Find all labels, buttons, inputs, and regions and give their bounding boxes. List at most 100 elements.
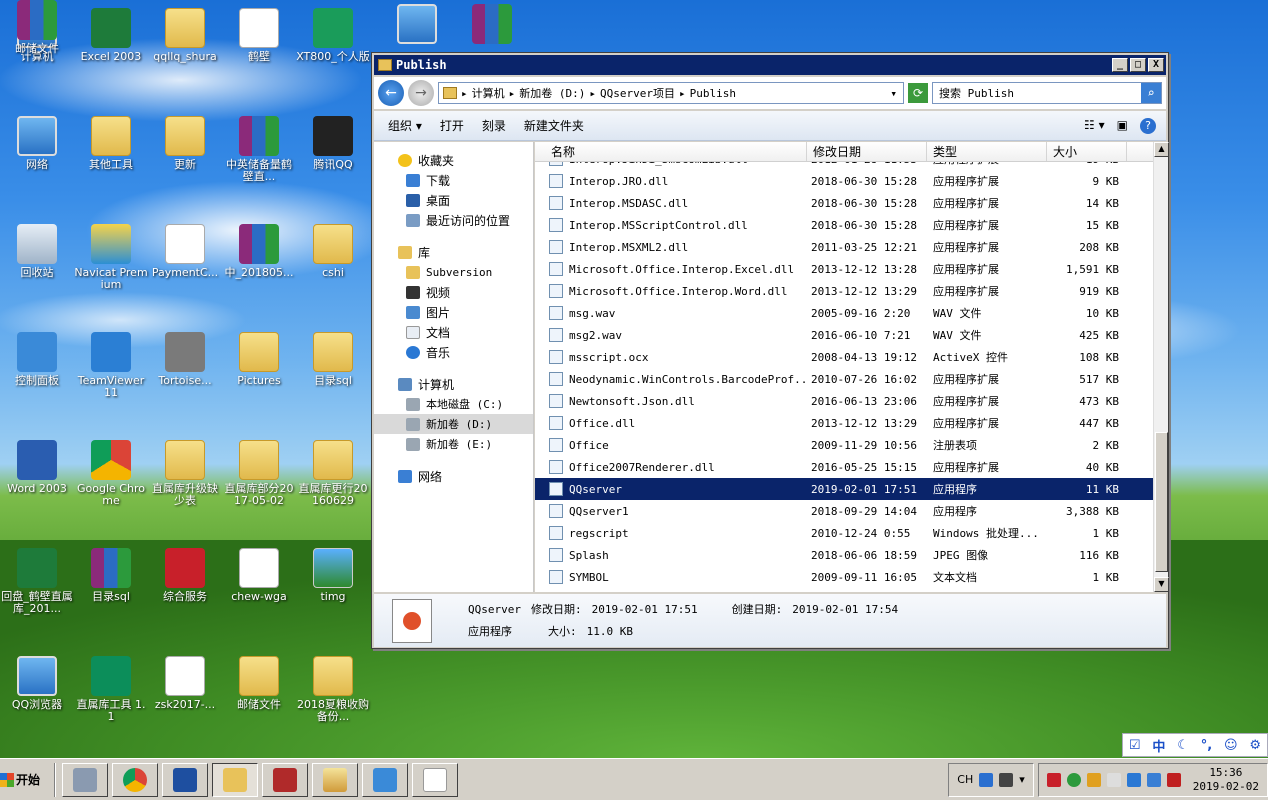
teamviewer-icon[interactable] — [1126, 772, 1141, 787]
ime-settings-icon[interactable]: ☑ — [1129, 738, 1141, 753]
breadcrumb-computer[interactable]: 计算机 — [472, 85, 505, 101]
new-folder-button[interactable]: 新建文件夹 — [524, 117, 584, 134]
vertical-scrollbar[interactable]: ▲ ▼ — [1153, 142, 1169, 592]
breadcrumb-volume-d[interactable]: 新加卷 (D:) — [519, 85, 585, 101]
nav-subversion[interactable]: Subversion — [374, 262, 533, 282]
desktop-icon[interactable]: 邮储文件 — [0, 0, 74, 55]
desktop-icon[interactable]: 邮储文件 — [222, 656, 296, 711]
file-row[interactable]: regscript 2010-12-24 0:55 Windows 批处理... 1 … — [535, 522, 1153, 544]
column-modified[interactable]: 修改日期 — [807, 142, 927, 161]
file-row[interactable]: Neodynamic.WinControls.BarcodeProf... 201… — [535, 368, 1153, 390]
search-icon[interactable]: ⌕ — [1141, 83, 1161, 103]
minimize-button[interactable]: _ — [1112, 58, 1128, 72]
desktop-icon[interactable]: cshi — [296, 224, 370, 279]
address-dropdown-icon[interactable]: ▾ — [890, 87, 897, 100]
taskbar-server-manager[interactable] — [62, 762, 108, 797]
desktop-icon[interactable]: 直属库更行20160629 — [296, 440, 370, 507]
gear-icon[interactable]: ⚙ — [1249, 738, 1261, 753]
nav-favorites[interactable]: 收藏夹 — [374, 150, 533, 170]
address-bar[interactable]: ▸ 计算机 ▸ 新加卷 (D:) ▸ QQserver项目 ▸ Publish … — [438, 82, 904, 104]
nav-libraries[interactable]: 库 — [374, 242, 533, 262]
desktop-icon[interactable]: 目录sql — [296, 332, 370, 387]
file-row[interactable]: Interop.MSXML2.dll 2011-03-25 12:21 应用程序扩展… — [535, 236, 1153, 258]
file-row[interactable]: QQserver 2019-02-01 17:51 应用程序 11 KB — [535, 478, 1153, 500]
file-row[interactable]: Interop.JRO.dll 2018-06-30 15:28 应用程序扩展 9 K… — [535, 170, 1153, 192]
file-row[interactable]: msscript.ocx 2008-04-13 19:12 ActiveX 控件 10… — [535, 346, 1153, 368]
security-icon[interactable] — [1066, 772, 1081, 787]
desktop-icon[interactable]: 网络 — [0, 116, 74, 171]
desktop-icon[interactable]: PaymentC... — [148, 224, 222, 279]
nav-volume-d[interactable]: 新加卷 (D:) — [374, 414, 533, 434]
desktop-icon[interactable]: chew-wga — [222, 548, 296, 603]
organize-button[interactable]: 组织 ▾ — [388, 117, 422, 134]
ime-mode[interactable]: 中 — [1152, 736, 1165, 755]
tray-expand-icon[interactable]: ▾ — [1019, 773, 1025, 786]
nav-videos[interactable]: 视频 — [374, 282, 533, 302]
taskbar-powershell[interactable] — [162, 762, 208, 797]
desktop-icon[interactable]: 腾讯QQ — [296, 116, 370, 171]
file-row[interactable]: Interop.MSDASC.dll 2018-06-30 15:28 应用程序扩展… — [535, 192, 1153, 214]
column-type[interactable]: 类型 — [927, 142, 1047, 161]
help-icon[interactable]: ? — [1140, 117, 1156, 134]
desktop-icon[interactable]: 2018夏粮收购备份... — [296, 656, 370, 723]
file-row[interactable]: Office.dll 2013-12-12 13:29 应用程序扩展 447 KB — [535, 412, 1153, 434]
open-button[interactable]: 打开 — [440, 117, 464, 134]
column-name[interactable]: 名称 — [535, 142, 807, 161]
desktop-icon[interactable]: 回盘_鹤壁直属库_201... — [0, 548, 74, 615]
keyboard-icon[interactable] — [979, 772, 994, 787]
preview-pane-icon[interactable]: ▣ — [1117, 118, 1128, 134]
file-row[interactable]: Microsoft.Office.Interop.Excel.dll 2013-1… — [535, 258, 1153, 280]
start-button[interactable]: 开始 — [0, 764, 48, 796]
file-row[interactable]: msg.wav 2005-09-16 2:20 WAV 文件 10 KB — [535, 302, 1153, 324]
language-indicator[interactable]: CH — [957, 773, 973, 786]
desktop-icon[interactable]: TeamViewer 11 — [74, 332, 148, 399]
nav-music[interactable]: 音乐 — [374, 342, 533, 362]
desktop-icon[interactable]: XT800_个人版 — [296, 8, 370, 63]
file-row[interactable]: Interop.MSScriptControl.dll 2018-06-30 15… — [535, 214, 1153, 236]
desktop-icon[interactable]: 控制面板 — [0, 332, 74, 387]
shield-icon[interactable] — [1086, 772, 1101, 787]
desktop-icon[interactable]: Word 2003 — [0, 440, 74, 495]
desktop-icon[interactable]: zsk2017-... — [148, 656, 222, 711]
column-size[interactable]: 大小 — [1047, 142, 1127, 161]
nav-pictures[interactable]: 图片 — [374, 302, 533, 322]
search-input[interactable]: 搜索 Publish ⌕ — [932, 82, 1162, 104]
desktop-icon[interactable]: qqllq_shura — [148, 8, 222, 63]
desktop-icon[interactable]: 综合服务 — [148, 548, 222, 603]
user-icon[interactable]: ☺ — [1224, 738, 1238, 753]
desktop-icon[interactable]: Google Chrome — [74, 440, 148, 507]
desktop-icon[interactable]: Excel 2003 — [74, 8, 148, 63]
breadcrumb-qqserver[interactable]: QQserver项目 — [600, 85, 675, 101]
file-row[interactable]: Microsoft.Office.Interop.Word.dll 2013-12… — [535, 280, 1153, 302]
network-icon[interactable] — [1146, 772, 1161, 787]
maximize-button[interactable]: □ — [1130, 58, 1146, 72]
taskbar-toolbox[interactable] — [262, 762, 308, 797]
file-row[interactable]: Office2007Renderer.dll 2016-05-25 15:15 应用… — [535, 456, 1153, 478]
desktop-icon[interactable]: 直属库部分2017-05-02 — [222, 440, 296, 507]
file-row[interactable]: SYMBOL 2009-09-11 16:05 文本文档 1 KB — [535, 566, 1153, 588]
file-row[interactable]: Interop.JinDi_SmsComLib.dll2012-01-28 11… — [535, 162, 1153, 170]
desktop-icon[interactable]: 更新 — [148, 116, 222, 171]
window-titlebar[interactable]: Publish _ □ X — [374, 55, 1166, 75]
scroll-thumb[interactable] — [1155, 432, 1168, 572]
desktop-icon[interactable]: timg — [296, 548, 370, 603]
desktop-icon[interactable]: 直属库升级缺少表 — [148, 440, 222, 507]
taskbar-paint[interactable] — [312, 762, 358, 797]
desktop-icon[interactable] — [380, 4, 454, 47]
punctuation-icon[interactable]: °, — [1201, 738, 1212, 753]
clock[interactable]: 15:36 2019-02-02 — [1193, 766, 1259, 794]
nav-volume-e[interactable]: 新加卷 (E:) — [374, 434, 533, 454]
file-row[interactable]: msg2.wav 2016-06-10 7:21 WAV 文件 425 KB — [535, 324, 1153, 346]
moon-icon[interactable]: ☾ — [1177, 738, 1189, 753]
help-icon[interactable] — [999, 772, 1014, 787]
nav-recent[interactable]: 最近访问的位置 — [374, 210, 533, 230]
nav-downloads[interactable]: 下载 — [374, 170, 533, 190]
desktop-icon[interactable]: QQ浏览器 — [0, 656, 74, 711]
desktop-icon[interactable]: 回收站 — [0, 224, 74, 279]
forward-button[interactable]: → — [408, 80, 434, 106]
desktop-icon[interactable]: 中英储备量鹤壁直... — [222, 116, 296, 183]
close-button[interactable]: X — [1148, 58, 1164, 72]
refresh-button[interactable]: ⟳ — [908, 83, 928, 103]
desktop-icon[interactable]: 直属库工具 1.1 — [74, 656, 148, 723]
file-row[interactable]: Newtonsoft.Json.dll 2016-06-13 23:06 应用程序扩… — [535, 390, 1153, 412]
